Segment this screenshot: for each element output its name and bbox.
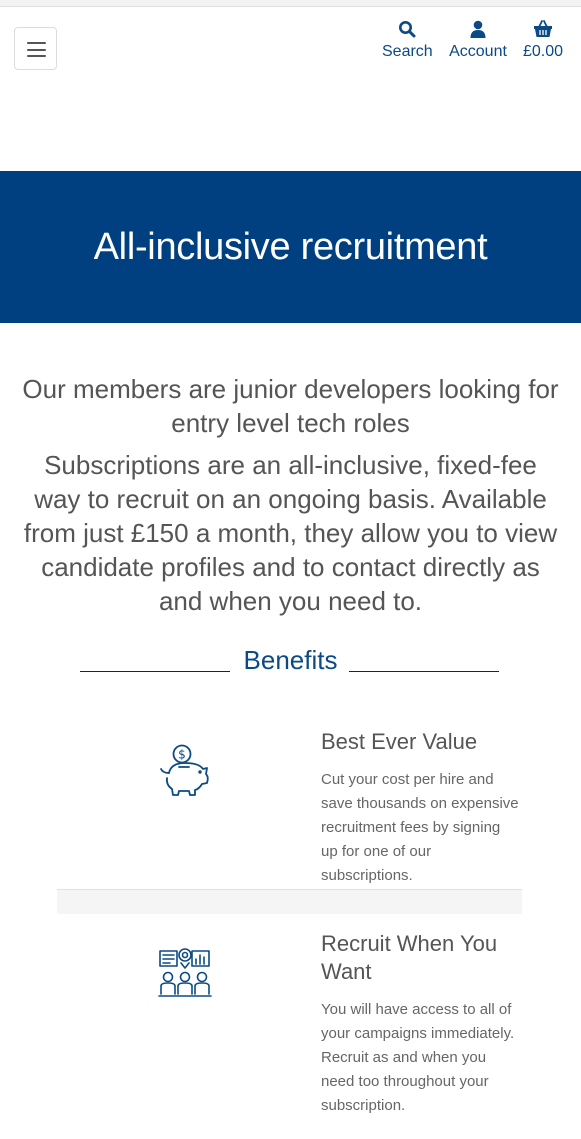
basket-icon <box>520 18 566 38</box>
page-title: All-inclusive recruitment <box>93 225 488 268</box>
account-button[interactable]: Account <box>447 18 509 61</box>
piggy-bank-icon: $ <box>157 743 213 802</box>
basket-total: £0.00 <box>522 43 564 60</box>
basket-button[interactable]: £0.00 <box>520 18 566 61</box>
intro-lead: Our members are junior developers lookin… <box>22 374 559 438</box>
benefit-text: Cut your cost per hire and save thousand… <box>321 771 519 884</box>
search-label: Search <box>382 43 433 60</box>
heading-rule-right <box>349 671 499 672</box>
benefit-title: Recruit When You Want <box>321 931 498 984</box>
hamburger-icon <box>27 42 46 57</box>
search-icon <box>382 18 432 38</box>
benefit-title: Best Ever Value <box>321 729 478 754</box>
hero-banner: All-inclusive recruitment <box>0 171 581 323</box>
menu-button[interactable] <box>14 27 57 70</box>
top-border <box>0 0 581 7</box>
intro-section: Our members are junior developers lookin… <box>20 372 561 618</box>
search-button[interactable]: Search <box>382 18 433 61</box>
account-label: Account <box>449 43 507 60</box>
svg-text:$: $ <box>178 748 186 762</box>
user-icon <box>447 18 509 38</box>
team-dashboard-icon <box>158 946 212 1003</box>
divider <box>57 889 522 914</box>
benefit-text: You will have access to all of your camp… <box>321 1001 515 1114</box>
benefits-heading: Benefits <box>0 645 581 681</box>
intro-body: Subscriptions are an all-inclusive, fixe… <box>23 450 558 616</box>
